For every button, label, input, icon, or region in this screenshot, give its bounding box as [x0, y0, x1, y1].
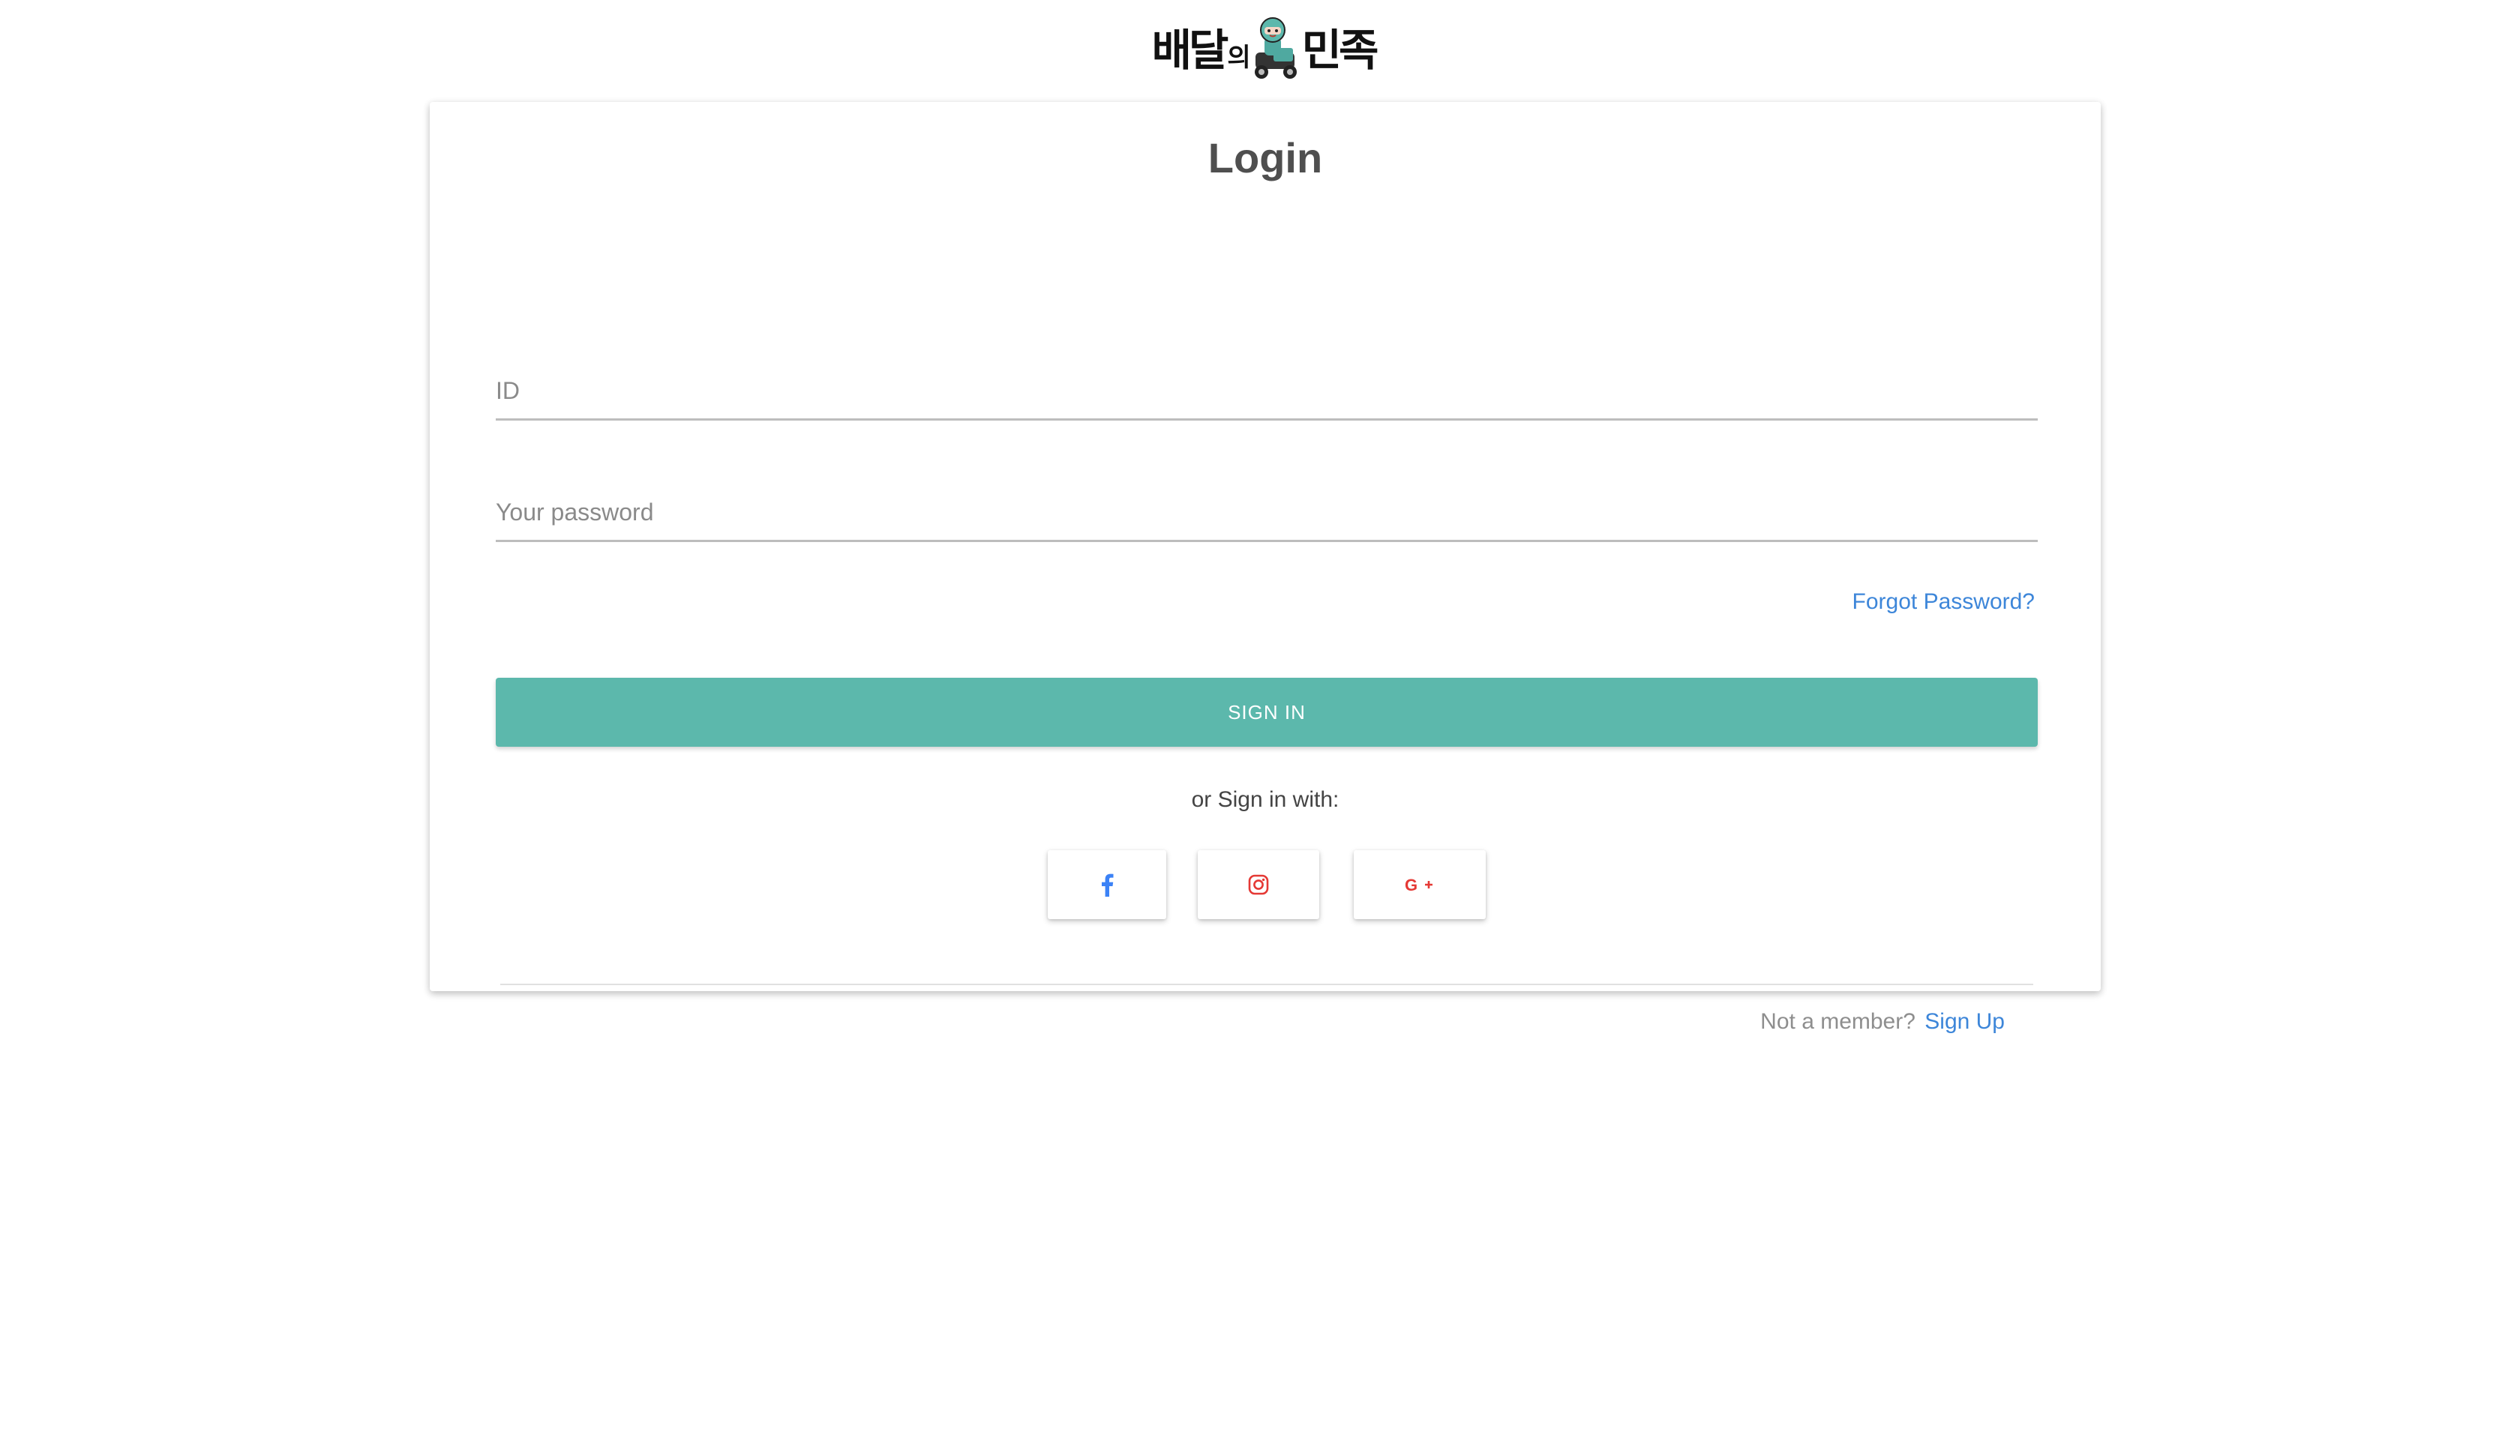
forgot-password-link[interactable]: Forgot Password? [1852, 589, 2035, 615]
signup-footer: Not a member? Sign Up [1760, 1009, 2005, 1035]
logo-text-part1: 배달 [1151, 25, 1229, 76]
logo-text-part2: 민족 [1301, 25, 1379, 76]
logo-text-particle: 의 [1227, 43, 1250, 73]
id-input[interactable] [496, 363, 2038, 418]
not-member-text: Not a member? [1760, 1009, 1916, 1034]
facebook-icon [1102, 873, 1114, 897]
google-plus-signin-button[interactable]: G [1354, 850, 1486, 919]
password-input[interactable] [496, 484, 2038, 540]
social-signin-prompt: or Sign in with: [1191, 787, 1340, 812]
password-field-wrapper [496, 484, 2038, 542]
logo-wordmark: 배달 의 민족 [1151, 15, 1379, 79]
svg-text:G: G [1405, 876, 1418, 894]
instagram-icon [1248, 874, 1269, 895]
sign-up-link[interactable]: Sign Up [1924, 1009, 2005, 1034]
delivery-rider-icon [1254, 17, 1297, 79]
facebook-signin-button[interactable] [1048, 850, 1166, 919]
google-plus-icon: G [1405, 876, 1432, 894]
brand-logo[interactable]: 배달 의 민족 [1152, 10, 1378, 82]
instagram-signin-button[interactable] [1198, 850, 1319, 919]
login-card: Login Forgot Password? SIGN IN or Sign i… [430, 102, 2101, 1034]
sign-in-button[interactable]: SIGN IN [496, 678, 2038, 747]
id-field-wrapper [496, 363, 2038, 421]
footer-divider [500, 984, 2033, 985]
page-title: Login [1208, 134, 1323, 181]
login-page: 배달 의 민족 Login ID Forgot Password? SIGN I… [0, 0, 2520, 1456]
